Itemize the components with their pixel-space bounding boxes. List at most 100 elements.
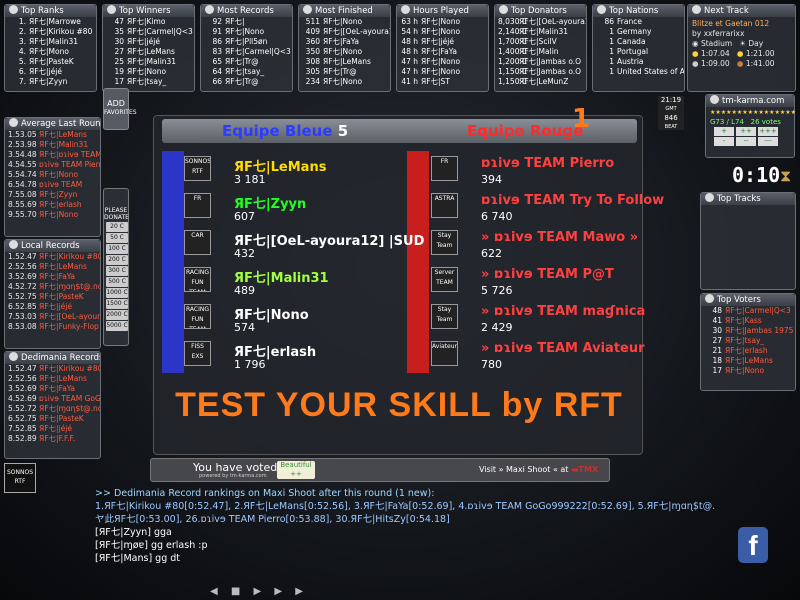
record-row: 3.52.69 ЯF七|FaYa xyxy=(5,384,100,394)
record-name: ЯF七|Malin31 xyxy=(39,140,89,149)
record-name: ЯF七|LeMans xyxy=(39,374,87,383)
record-row: 3.52.69 ЯF七|FaYa xyxy=(5,272,100,282)
voter-row: 17 ЯF七|Nono xyxy=(701,366,795,376)
record-time: 52.56 xyxy=(15,262,40,271)
list-item: 1 Germany xyxy=(593,27,684,37)
facebook-icon[interactable]: f xyxy=(738,527,768,563)
stadium-icon: ◉ xyxy=(692,39,701,48)
donate-amount-button[interactable]: 100 C xyxy=(106,244,128,254)
list-item-name: ЯF七|Carmel|Q<3 xyxy=(225,47,291,56)
donate-amount-button[interactable]: 2000 C xyxy=(106,310,128,320)
donate-amount-button[interactable]: 20 C xyxy=(106,222,128,232)
list-item: 4. ЯF七|Mono xyxy=(5,47,96,57)
medal-icon: ● xyxy=(692,59,701,68)
list-item: 47 h ЯF七|Nono xyxy=(397,57,488,67)
list-item-name: ЯF七|jéjé xyxy=(127,37,160,46)
red-team-score: 1 xyxy=(572,104,591,134)
list-item-name: ЯF七|ST xyxy=(421,77,450,86)
record-name: ЯF七|[OeL-ayoura12] |SUD xyxy=(39,312,100,321)
list-item-rank: 1,150 C xyxy=(498,77,528,86)
vote-beautiful-button[interactable]: Beautiful ++ xyxy=(277,461,315,479)
list-item-name: ЯF七|FaYa xyxy=(323,37,359,46)
list-item-rank: 48 h xyxy=(401,37,418,46)
donate-amount-button[interactable]: 5000 C xyxy=(106,321,128,331)
record-time: 52.69 xyxy=(15,384,40,393)
record-row: 4.54.55 ɒɿivɘ TEAM Pierro xyxy=(5,160,100,170)
voter-name: ЯF七|Jambas 1975 xyxy=(725,326,794,335)
record-row: 8.52.89 ЯF七|F.F.F. xyxy=(5,434,100,444)
list-item-rank: 8,030 C xyxy=(498,17,528,26)
record-row: 2.52.56 ЯF七|LeMans xyxy=(5,374,100,384)
donate-amount-button[interactable]: 1000 C xyxy=(106,288,128,298)
karma-vote-button[interactable]: --- xyxy=(758,137,778,146)
list-item-rank: 19 xyxy=(114,67,124,76)
flag-icon xyxy=(692,5,701,14)
record-name: ЯF七|Nono xyxy=(39,210,79,219)
player-points: 394 xyxy=(481,173,502,186)
list-item-name: ЯF七|PasteK xyxy=(29,57,74,66)
karma-title: tm-karma.com xyxy=(706,95,794,107)
bottom-toolbar[interactable]: ◀ ■ ▶ ▶ ▶ xyxy=(210,586,310,600)
top-voters-widget: Top Voters 48 ЯF七|Carmel|Q<3 41 ЯF七|Kass 30 Я… xyxy=(700,293,796,391)
record-name: ЯF七|LeMans xyxy=(39,130,87,139)
list-item-rank: 5. xyxy=(18,57,26,66)
karma-vote-button[interactable]: +++ xyxy=(758,127,778,136)
team-header: Equipe Bleue 5 Equipe Rouge xyxy=(162,119,637,143)
list-item: 35 ЯF七|Carmel|Q<3 xyxy=(103,27,194,37)
record-row: 2.52.56 ЯF七|LeMans xyxy=(5,262,100,272)
chat-line: ヤ此ЯF七[0:53.00], 26.ɒɿivɘ TEAM Pierro[0:5… xyxy=(95,514,450,525)
karma-vote-button[interactable]: - xyxy=(714,137,734,146)
list-item: 8,030 CЯF七|[OeL-ayoura12] |SUD xyxy=(495,17,586,27)
list-item-name: Canada xyxy=(617,37,646,46)
donate-amount-button[interactable]: 200 C xyxy=(106,255,128,265)
list-item-rank: 1,700 C xyxy=(498,37,528,46)
team-scoreboard: Equipe Bleue 5 Equipe Rouge SONNOS RTF ЯF… xyxy=(153,115,664,455)
list-item-name: ЯF七|Mono xyxy=(29,47,69,56)
record-time: 52.85 xyxy=(15,424,40,433)
player-points: 5 726 xyxy=(481,284,513,297)
player-row: Stay Team » ɒɿivɘ TEAM maɠnica 2 429 xyxy=(431,301,645,338)
top-widget-title-text: Top Ranks xyxy=(21,6,64,16)
karma-stars: ★★★★★★★★★★★★★★★★ xyxy=(710,109,797,116)
chat-line: [ЯF七|Mans] gg dt xyxy=(95,553,181,564)
karma-vote-button[interactable]: + xyxy=(714,127,734,136)
record-time: 52.75 xyxy=(15,414,40,423)
player-row: ASTRA ɒɿivɘ TEAM Try To Follow 6 740 xyxy=(431,190,664,227)
blue-team-name: Equipe Bleue 5 xyxy=(222,122,349,140)
list-item-rank: 234 xyxy=(305,77,320,86)
list-item: 1,150 CЯF七|Jambas o.O xyxy=(495,67,586,77)
list-item: 17 ЯF七|tsay_ xyxy=(103,77,194,87)
record-name: ЯF七|ɒɿivɘ TEAM xyxy=(39,150,100,159)
hourglass-icon: ⧗ xyxy=(780,166,792,185)
widget-icon xyxy=(9,5,18,14)
voter-count: 21 xyxy=(712,346,722,355)
record-time: 52.47 xyxy=(15,252,40,261)
widget-icon xyxy=(401,5,410,14)
voter-row: 18 ЯF七|LeMans xyxy=(701,356,795,366)
list-item-rank: 4. xyxy=(18,47,26,56)
clock-count-label: BEAT xyxy=(664,124,678,130)
list-item-rank: 30 xyxy=(114,37,124,46)
karma-vote-button[interactable]: ++ xyxy=(736,127,756,136)
player-row: CAR ЯF七|[OeL-ayoura12] |SUD 432 xyxy=(184,227,424,264)
player-logo: Server TEAM xyxy=(431,267,458,292)
clock-time: 21:19 xyxy=(660,96,682,104)
list-item-rank: 3. xyxy=(18,37,26,46)
donate-amount-button[interactable]: 50 C xyxy=(106,233,128,243)
donate-amount-button[interactable]: 500 C xyxy=(106,277,128,287)
donate-amount-button[interactable]: 300 C xyxy=(106,266,128,276)
list-item-rank: 17 xyxy=(114,77,124,86)
voter-row: 30 ЯF七|Jambas 1975 xyxy=(701,326,795,336)
list-item-rank: 2,140 C xyxy=(498,27,528,36)
karma-vote-button[interactable]: -- xyxy=(736,137,756,146)
list-item-name: ЯF七|tsay_ xyxy=(225,67,265,76)
list-item-name: ЯF七|LeMunZ xyxy=(519,77,569,86)
player-logo: RACING FUN TEAM xyxy=(184,304,211,329)
silver-time: 1:09.00 xyxy=(700,59,730,68)
add-favorite-button[interactable]: ADD FAVORITES xyxy=(103,88,137,130)
list-item-name: ЯF七|Malin31 xyxy=(519,27,569,36)
list-item-name: ЯF七|jéjé xyxy=(29,67,62,76)
gold-time: 1:21.00 xyxy=(745,49,775,58)
list-item: 48 h ЯF七|FaYa xyxy=(397,47,488,57)
donate-amount-button[interactable]: 1500 C xyxy=(106,299,128,309)
